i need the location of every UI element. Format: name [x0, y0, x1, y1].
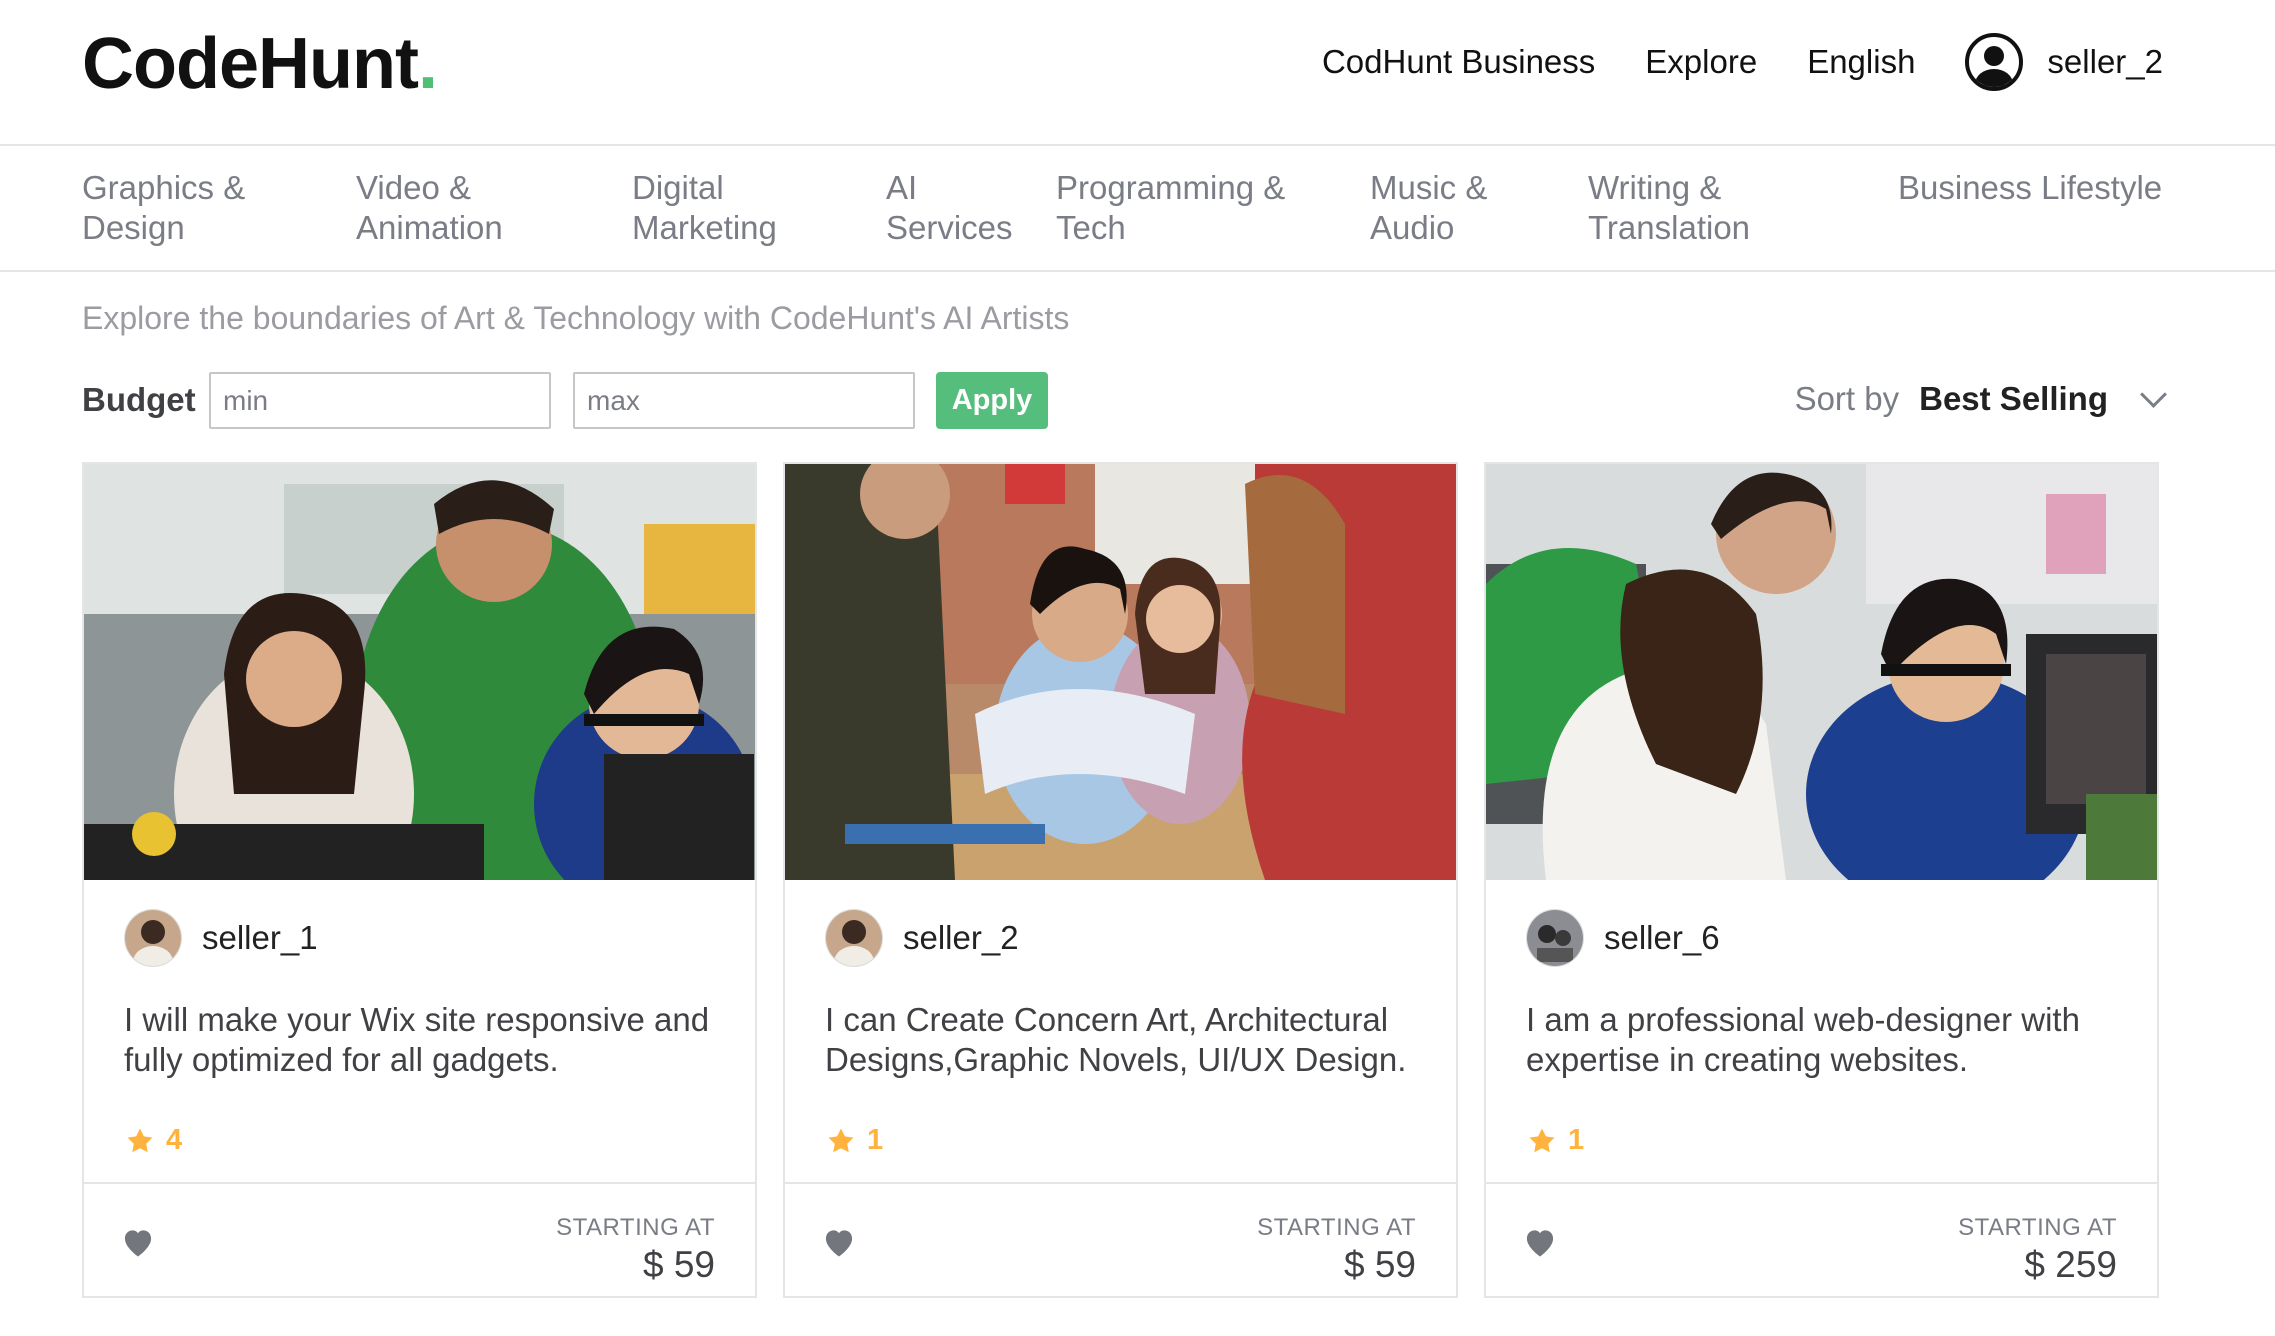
category-label-line1: Graphics & [82, 169, 246, 206]
gig-thumbnail[interactable] [84, 464, 755, 880]
starting-at-label: STARTING AT [556, 1214, 715, 1241]
category-label-line1: Writing & [1588, 169, 1722, 206]
category-label-line2: Audio [1370, 209, 1455, 246]
star-icon [1529, 1128, 1555, 1152]
rating-value: 4 [166, 1124, 183, 1156]
seller-name[interactable]: seller_1 [202, 919, 318, 957]
gig-rating: 4 [124, 1124, 182, 1157]
gig-footer: STARTING AT $ 59 [785, 1182, 1456, 1298]
category-label-line2: Translation [1588, 209, 1751, 246]
avatar[interactable] [1526, 909, 1584, 967]
category-label-line1: Music & [1370, 169, 1488, 206]
category-business-lifestyle[interactable]: Business Lifestyle [1898, 168, 2162, 208]
sort-value[interactable]: Best Selling [1919, 380, 2108, 418]
codehunt-logo[interactable]: CodeHunt. [82, 20, 438, 108]
gig-description[interactable]: I am a professional web-designer with ex… [1526, 1000, 2126, 1080]
star-icon [127, 1128, 153, 1152]
gig-card[interactable]: seller_1 I will make your Wix site respo… [82, 462, 757, 1298]
category-label-line1: AI [886, 169, 918, 206]
seller-name[interactable]: seller_2 [903, 919, 1019, 957]
budget-max-input[interactable] [573, 372, 915, 429]
gig-price[interactable]: $ 59 [643, 1244, 715, 1286]
heart-icon[interactable] [120, 1226, 156, 1258]
heart-icon[interactable] [821, 1226, 857, 1258]
seller-info[interactable]: seller_2 [825, 909, 1019, 967]
budget-min-input[interactable] [209, 372, 551, 429]
user-circle-icon[interactable] [1965, 33, 2024, 91]
avatar[interactable] [124, 909, 182, 967]
category-label-line1: Digital [632, 169, 724, 206]
category-graphics-design[interactable]: Graphics & Design [82, 168, 245, 248]
category-label-line1: Business Lifestyle [1898, 169, 2163, 206]
category-digital-marketing[interactable]: Digital Marketing [632, 168, 777, 248]
rating-value: 1 [1568, 1124, 1585, 1156]
budget-label: Budget [82, 381, 196, 418]
seller-info[interactable]: seller_1 [124, 909, 318, 967]
category-label-line1: Programming & [1056, 169, 1286, 206]
rating-value: 1 [867, 1124, 884, 1156]
apply-button[interactable]: Apply [936, 372, 1048, 429]
category-label-line2: Marketing [632, 209, 777, 246]
gig-thumbnail[interactable] [785, 464, 1456, 880]
category-writing-translation[interactable]: Writing & Translation [1588, 168, 1750, 248]
starting-at-label: STARTING AT [1958, 1214, 2117, 1241]
user-menu[interactable]: seller_2 [1965, 33, 2163, 91]
top-header: CodeHunt. CodHunt Business Explore Engli… [0, 0, 2275, 146]
gig-price[interactable]: $ 259 [2024, 1244, 2117, 1286]
top-nav: CodHunt Business Explore English seller_… [1322, 30, 2163, 94]
category-label-line2: Tech [1056, 209, 1126, 246]
gig-price[interactable]: $ 59 [1344, 1244, 1416, 1286]
gig-thumbnail[interactable] [1486, 464, 2157, 880]
star-icon [828, 1128, 854, 1152]
gig-card[interactable]: seller_2 I can Create Concern Art, Archi… [783, 462, 1458, 1298]
category-label-line2: Design [82, 209, 185, 246]
gig-description[interactable]: I can Create Concern Art, Architectural … [825, 1000, 1425, 1080]
sort-label: Sort by [1794, 380, 1900, 417]
category-bar: Graphics & Design Video & Animation Digita… [0, 146, 2275, 272]
category-label-line1: Video & [356, 169, 471, 206]
category-ai-services[interactable]: AI Services [886, 168, 1013, 248]
nav-business-link[interactable]: CodHunt Business [1322, 43, 1595, 81]
logo-dot: . [417, 24, 438, 104]
gig-description[interactable]: I will make your Wix site responsive and… [124, 1000, 724, 1080]
category-programming-tech[interactable]: Programming & Tech [1056, 168, 1285, 248]
gig-footer: STARTING AT $ 259 [1486, 1182, 2157, 1298]
gig-footer: STARTING AT $ 59 [84, 1182, 755, 1298]
sort-dropdown[interactable]: Sort by Best Selling [1794, 380, 2167, 418]
avatar[interactable] [825, 909, 883, 967]
category-label-line2: Animation [356, 209, 503, 246]
username-label[interactable]: seller_2 [2047, 43, 2163, 81]
nav-explore-link[interactable]: Explore [1645, 43, 1757, 81]
starting-at-label: STARTING AT [1257, 1214, 1416, 1241]
page-subtitle: Explore the boundaries of Art & Technolo… [82, 300, 1070, 336]
category-music-audio[interactable]: Music & Audio [1370, 168, 1487, 248]
chevron-down-icon[interactable] [2140, 380, 2167, 408]
category-video-animation[interactable]: Video & Animation [356, 168, 503, 248]
gig-card[interactable]: seller_6 I am a professional web-designe… [1484, 462, 2159, 1298]
seller-name[interactable]: seller_6 [1604, 919, 1720, 957]
nav-language-link[interactable]: English [1807, 43, 1915, 81]
heart-icon[interactable] [1522, 1226, 1558, 1258]
gig-rating: 1 [825, 1124, 883, 1157]
category-label-line2: Services [886, 209, 1013, 246]
gig-rating: 1 [1526, 1124, 1584, 1157]
seller-info[interactable]: seller_6 [1526, 909, 1720, 967]
logo-text: CodeHunt [82, 24, 419, 104]
